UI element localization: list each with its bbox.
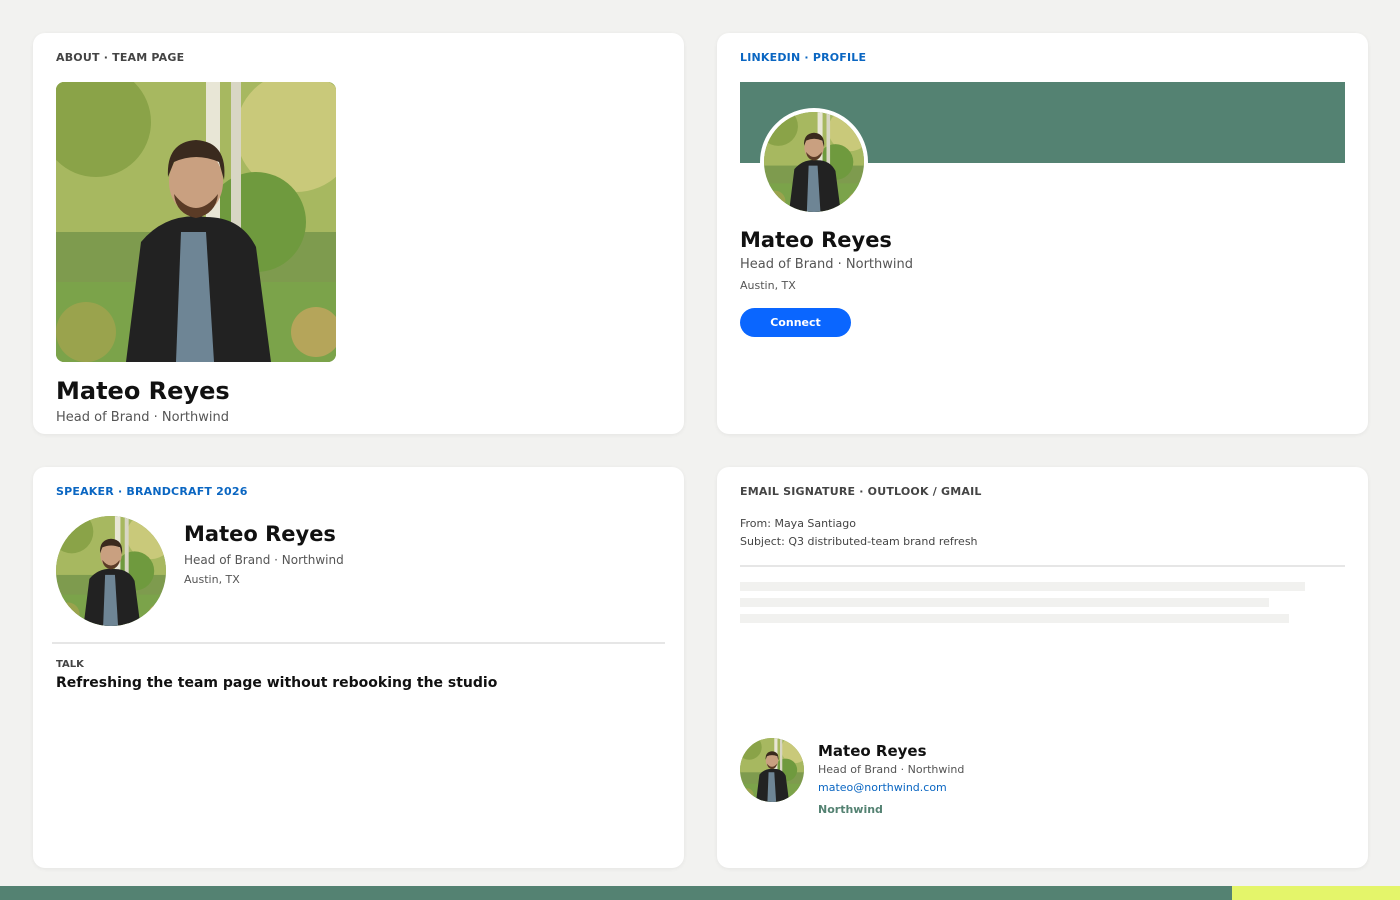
person-role: Head of Brand · Northwind <box>740 257 913 272</box>
linkedin-profile-card: LINKEDIN · PROFILE Mateo Reyes Head of B… <box>717 33 1368 434</box>
divider <box>740 565 1345 567</box>
person-role: Head of Brand · Northwind <box>56 410 229 425</box>
divider <box>52 642 665 644</box>
portrait-photo <box>56 82 336 362</box>
card-eyebrow: EMAIL SIGNATURE · OUTLOOK / GMAIL <box>740 485 982 498</box>
person-role: Head of Brand · Northwind <box>818 763 965 776</box>
talk-title: Refreshing the team page without rebooki… <box>56 675 498 691</box>
card-eyebrow: ABOUT · TEAM PAGE <box>56 51 185 64</box>
person-location: Austin, TX <box>184 573 240 586</box>
person-name: Mateo Reyes <box>740 228 892 252</box>
email-signature-card: EMAIL SIGNATURE · OUTLOOK / GMAIL From: … <box>717 467 1368 868</box>
avatar <box>760 108 868 216</box>
person-name: Mateo Reyes <box>184 522 336 546</box>
footer-bar-accent <box>1232 886 1400 900</box>
company-name: Northwind <box>818 803 883 816</box>
person-name: Mateo Reyes <box>818 742 927 760</box>
team-page-card: ABOUT · TEAM PAGE Mateo Reyes Head of Br… <box>33 33 684 434</box>
email-body-placeholder-line <box>740 582 1305 591</box>
connect-button[interactable]: Connect <box>740 308 851 337</box>
email-body-placeholder-line <box>740 614 1289 623</box>
speaker-card: SPEAKER · BRANDCRAFT 2026 Mateo Reyes He… <box>33 467 684 868</box>
email-body-placeholder-line <box>740 598 1269 607</box>
person-location: Austin, TX <box>740 279 796 292</box>
footer-bar <box>0 886 1232 900</box>
card-eyebrow: LINKEDIN · PROFILE <box>740 51 867 64</box>
email-from: From: Maya Santiago <box>740 517 856 530</box>
card-eyebrow: SPEAKER · BRANDCRAFT 2026 <box>56 485 248 498</box>
email-link[interactable]: mateo@northwind.com <box>818 781 947 794</box>
talk-label: TALK <box>56 659 84 670</box>
person-name: Mateo Reyes <box>56 377 230 405</box>
email-subject: Subject: Q3 distributed-team brand refre… <box>740 535 978 548</box>
avatar <box>740 738 804 802</box>
avatar <box>56 516 166 626</box>
person-role: Head of Brand · Northwind <box>184 553 344 567</box>
